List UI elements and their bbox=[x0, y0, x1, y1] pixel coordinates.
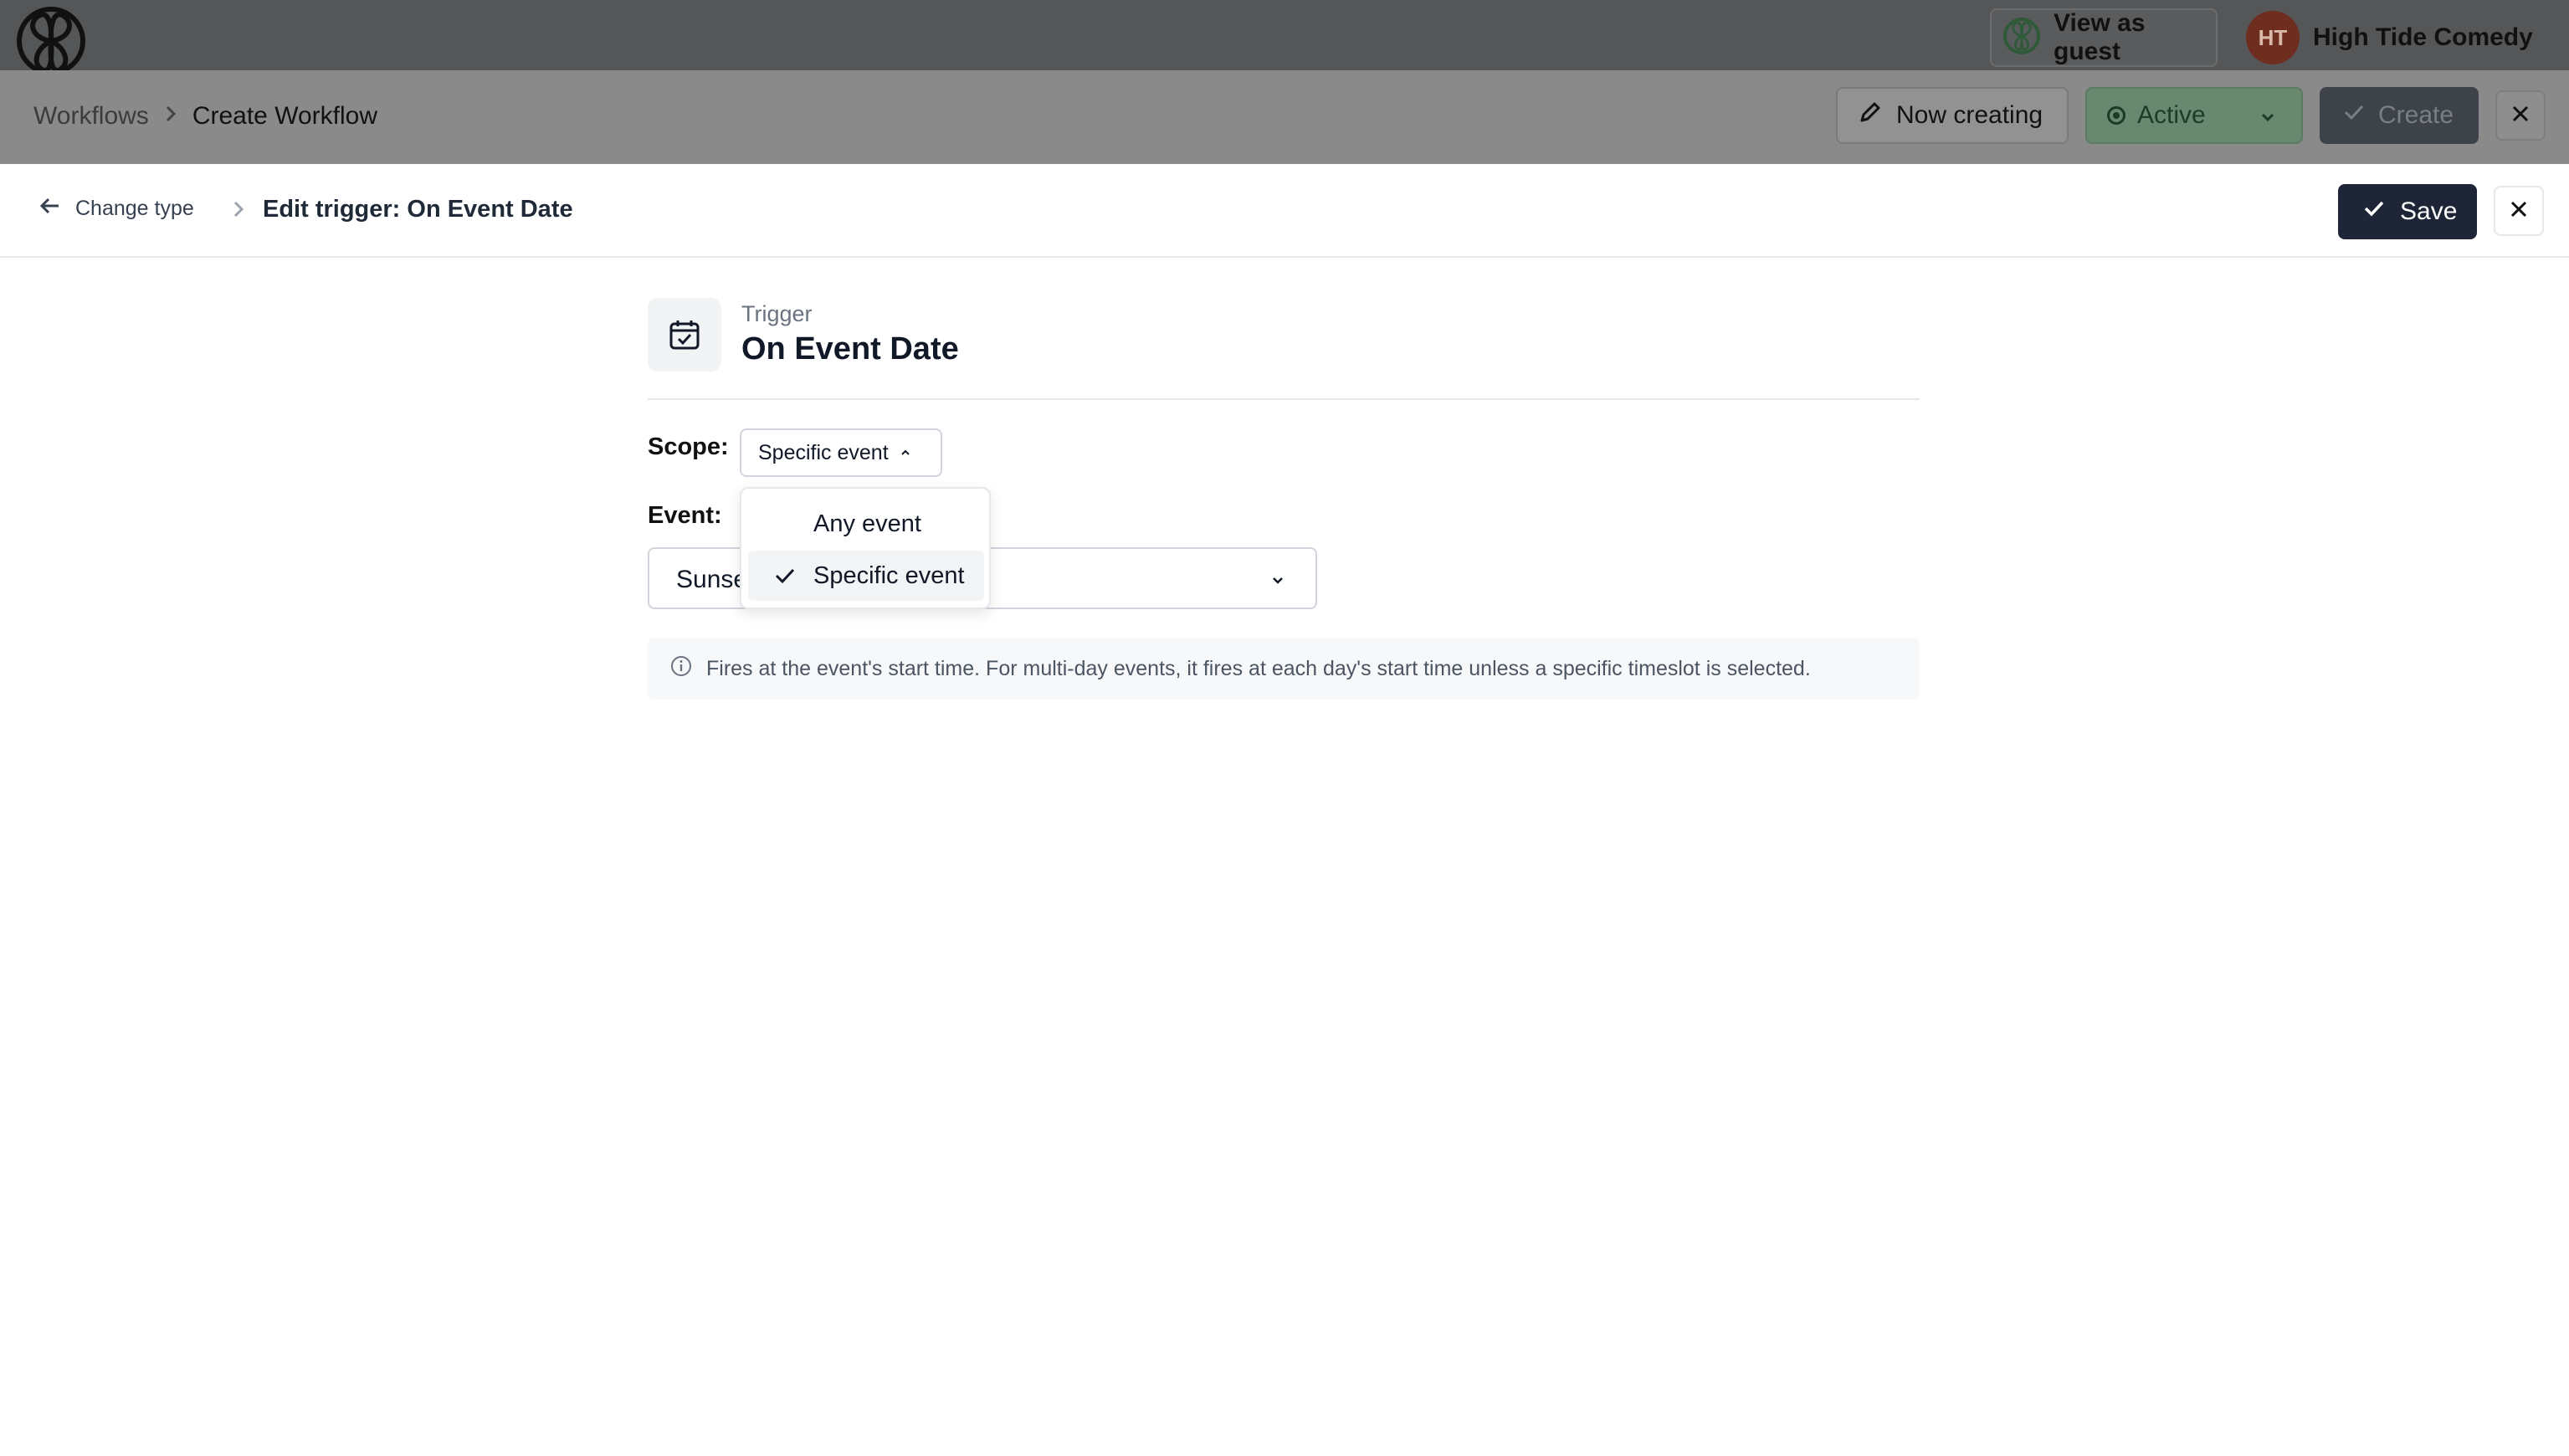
info-note: Fires at the event's start time. For mul… bbox=[648, 638, 1920, 700]
app-logo-icon[interactable] bbox=[15, 5, 87, 77]
panel-header: Change type Edit trigger: On Event Date … bbox=[0, 164, 2569, 258]
chevron-up-icon bbox=[899, 441, 912, 465]
change-type-label: Change type bbox=[75, 197, 194, 220]
breadcrumb: Workflows Create Workflow bbox=[33, 102, 377, 131]
event-value: Sunse bbox=[676, 566, 748, 593]
status-dropdown-button[interactable]: Active bbox=[2085, 87, 2303, 144]
panel-title: Edit trigger: On Event Date bbox=[263, 196, 573, 223]
pencil-icon bbox=[1858, 100, 1883, 131]
close-icon bbox=[2510, 103, 2531, 129]
arrow-left-icon bbox=[38, 194, 62, 223]
chevron-right-icon bbox=[164, 104, 177, 130]
scope-value: Specific event bbox=[758, 440, 889, 464]
top-bar: View as guest HT High Tide Comedy bbox=[0, 0, 2569, 75]
globe-icon bbox=[2002, 16, 2042, 60]
scope-dropdown-menu: Any event Specific event bbox=[740, 487, 991, 609]
chevron-right-icon bbox=[231, 199, 246, 223]
create-label: Create bbox=[2378, 101, 2454, 129]
edit-trigger-panel: Change type Edit trigger: On Event Date … bbox=[0, 164, 2569, 1456]
check-icon bbox=[2341, 100, 2366, 131]
create-button[interactable]: Create bbox=[2320, 87, 2479, 144]
breadcrumb-create-workflow: Create Workflow bbox=[192, 102, 377, 130]
breadcrumb-workflows[interactable]: Workflows bbox=[33, 102, 149, 131]
divider bbox=[648, 398, 1920, 400]
org-name: High Tide Comedy bbox=[2313, 23, 2533, 51]
scope-label: Scope: bbox=[648, 433, 729, 460]
change-type-button[interactable]: Change type bbox=[38, 194, 194, 223]
info-text: Fires at the event's start time. For mul… bbox=[706, 656, 1811, 680]
chevron-down-icon bbox=[1269, 571, 1287, 593]
scope-option-specific-event[interactable]: Specific event bbox=[748, 551, 984, 601]
info-icon bbox=[669, 654, 693, 684]
view-as-guest-label: View as guest bbox=[2054, 9, 2146, 65]
trigger-label: Trigger bbox=[741, 301, 813, 326]
status-label: Active bbox=[2137, 101, 2206, 129]
check-icon bbox=[773, 564, 797, 594]
event-label: Event: bbox=[648, 502, 722, 529]
calendar-check-icon bbox=[648, 298, 721, 372]
trigger-title: On Event Date bbox=[741, 331, 959, 367]
scope-dropdown-button[interactable]: Specific event bbox=[740, 428, 942, 477]
org-switcher[interactable]: HT High Tide Comedy bbox=[2246, 10, 2533, 65]
view-as-guest-button[interactable]: View as guest bbox=[1990, 8, 2218, 67]
option-label: Specific event bbox=[813, 561, 965, 589]
status-dot-icon bbox=[2107, 106, 2125, 125]
close-workflow-button[interactable] bbox=[2495, 90, 2546, 141]
org-avatar: HT bbox=[2246, 11, 2300, 64]
close-icon bbox=[2509, 199, 2529, 223]
save-button[interactable]: Save bbox=[2338, 184, 2477, 239]
now-creating-label: Now creating bbox=[1896, 101, 2043, 129]
scope-option-any-event[interactable]: Any event bbox=[748, 499, 984, 549]
close-panel-button[interactable] bbox=[2494, 186, 2544, 236]
chevron-down-icon bbox=[2258, 105, 2278, 134]
now-creating-button[interactable]: Now creating bbox=[1836, 87, 2069, 144]
check-icon bbox=[2361, 196, 2387, 228]
save-label: Save bbox=[2400, 197, 2458, 225]
option-label: Any event bbox=[813, 510, 921, 537]
